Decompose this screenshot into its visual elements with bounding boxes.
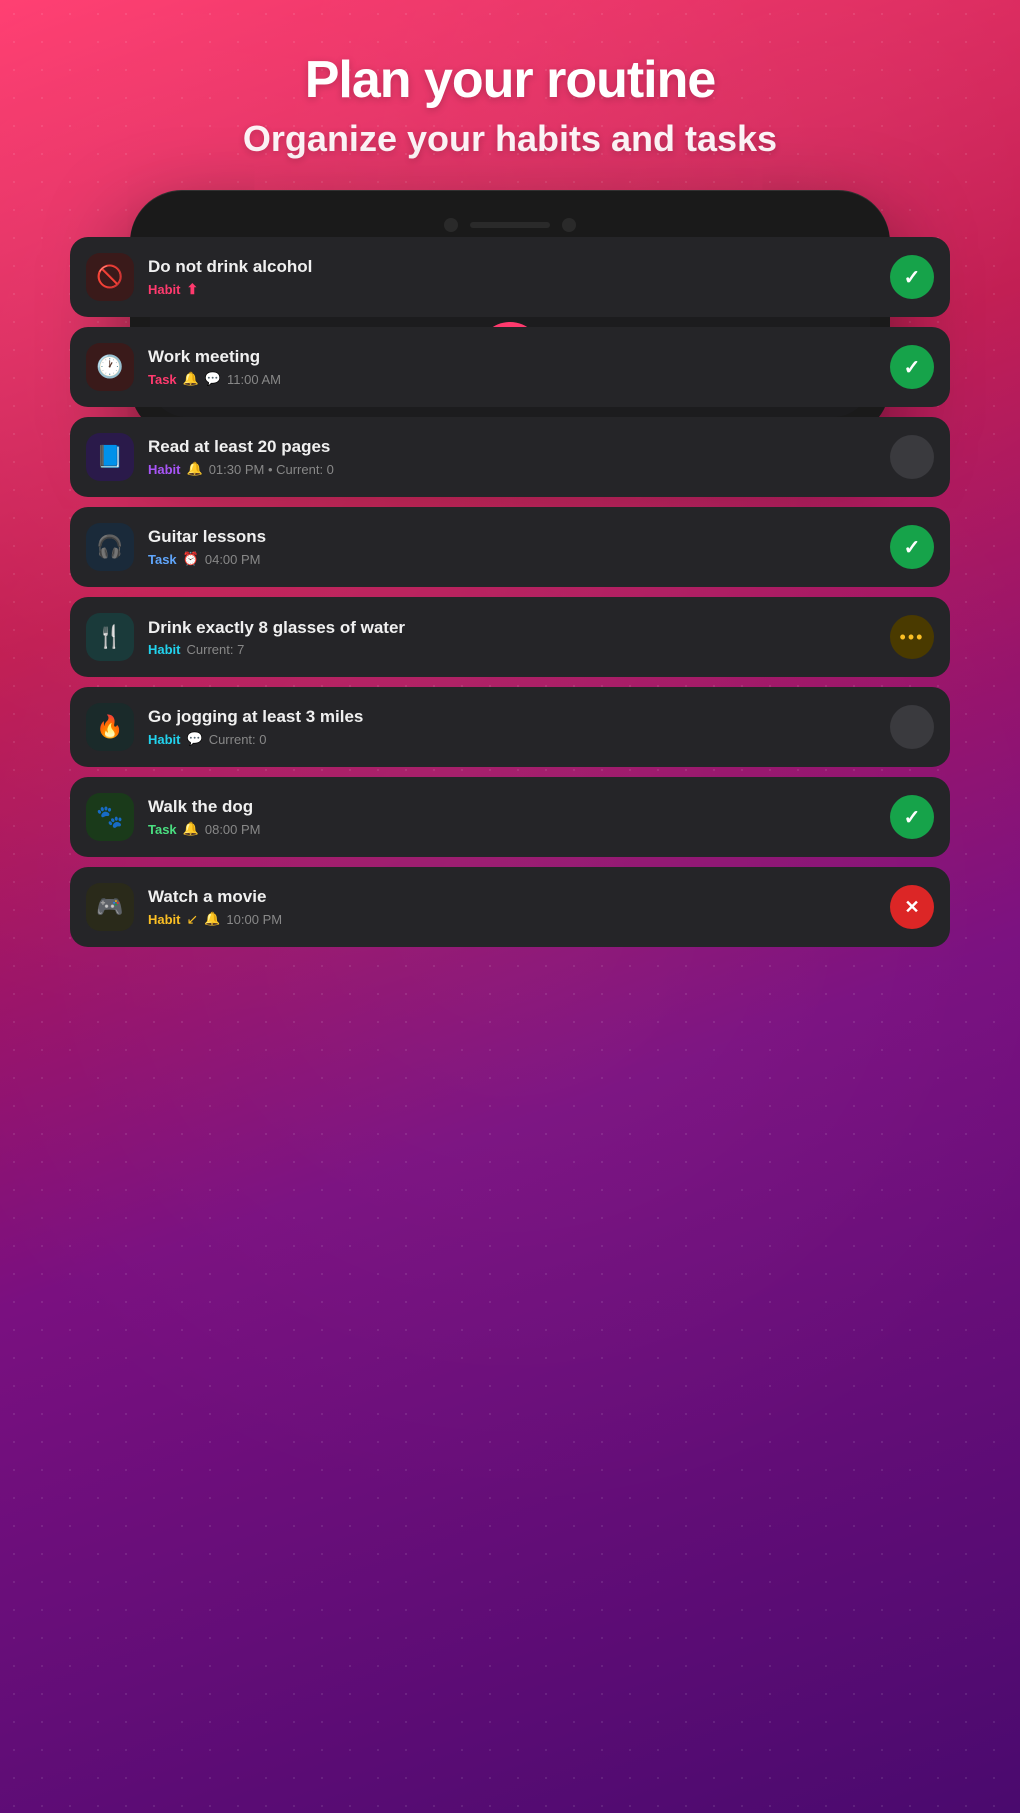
task-card-6[interactable]: 🔥 Go jogging at least 3 miles Habit 💬 Curren… <box>70 687 950 767</box>
task-icon: 🚫 <box>86 253 134 301</box>
meta-bell_outline-icon: 🔔 <box>183 821 199 837</box>
task-action-button[interactable] <box>890 255 934 299</box>
task-action-button[interactable] <box>890 795 934 839</box>
meta-chat-icon: 💬 <box>205 371 221 387</box>
meta-text: 11:00 AM <box>227 372 281 387</box>
task-action-button[interactable] <box>890 525 934 569</box>
promo-title: Plan your routine <box>243 50 777 110</box>
task-type-label: Habit <box>148 462 181 477</box>
task-action-button[interactable]: ••• <box>890 615 934 659</box>
task-title: Drink exactly 8 glasses of water <box>148 618 876 638</box>
phone-camera <box>444 218 458 232</box>
task-icon: 📘 <box>86 433 134 481</box>
meta-bell-icon: 🔔 <box>204 911 220 927</box>
dots-icon: ••• <box>900 627 925 648</box>
phone-camera-2 <box>562 218 576 232</box>
task-type-label: Habit <box>148 282 181 297</box>
task-meta: Task ⏰ 04:00 PM <box>148 551 876 567</box>
task-card-7[interactable]: 🐾 Walk the dog Task 🔔 08:00 PM <box>70 777 950 857</box>
task-title: Walk the dog <box>148 797 876 817</box>
task-content: Read at least 20 pages Habit 🔔 01:30 PM • C… <box>148 437 876 477</box>
task-action-button[interactable] <box>890 705 934 749</box>
task-title: Watch a movie <box>148 887 876 907</box>
app-promo-header: Plan your routine Organize your habits a… <box>203 0 817 190</box>
meta-bell-icon: 🔔 <box>187 461 203 477</box>
meta-arrow-down-icon: ↙ <box>187 911 199 928</box>
task-meta: Habit 💬 Current: 0 <box>148 731 876 747</box>
task-title: Read at least 20 pages <box>148 437 876 457</box>
meta-alarm-icon: ⏰ <box>183 551 199 567</box>
meta-arrow-up-icon: ⬆ <box>187 281 199 298</box>
task-type-label: Task <box>148 822 177 837</box>
task-icon: 🍴 <box>86 613 134 661</box>
task-content: Watch a movie Habit ↙ 🔔 10:00 PM <box>148 887 876 928</box>
meta-text: 08:00 PM <box>205 822 261 837</box>
task-meta: Task 🔔 08:00 PM <box>148 821 876 837</box>
task-title: Guitar lessons <box>148 527 876 547</box>
meta-text: Current: 7 <box>187 642 245 657</box>
task-card-4[interactable]: 🎧 Guitar lessons Task ⏰ 04:00 PM <box>70 507 950 587</box>
task-content: Go jogging at least 3 miles Habit 💬 Current… <box>148 707 876 747</box>
task-meta: Habit ⬆ <box>148 281 876 298</box>
task-title: Go jogging at least 3 miles <box>148 707 876 727</box>
task-type-label: Task <box>148 552 177 567</box>
meta-text: 10:00 PM <box>226 912 282 927</box>
task-icon: 🎧 <box>86 523 134 571</box>
meta-chat-icon: 💬 <box>187 731 203 747</box>
task-title: Do not drink alcohol <box>148 257 876 277</box>
promo-subtitle: Organize your habits and tasks <box>243 118 777 160</box>
task-type-label: Habit <box>148 912 181 927</box>
task-content: Do not drink alcohol Habit ⬆ <box>148 257 876 298</box>
task-meta: Habit ↙ 🔔 10:00 PM <box>148 911 876 928</box>
phone-speaker <box>470 222 550 228</box>
task-icon: 🐾 <box>86 793 134 841</box>
task-content: Walk the dog Task 🔔 08:00 PM <box>148 797 876 837</box>
meta-bell-icon: 🔔 <box>183 371 199 387</box>
task-content: Work meeting Task 🔔 💬 11:00 AM <box>148 347 876 387</box>
task-card-8[interactable]: 🎮 Watch a movie Habit ↙ 🔔 10:00 PM <box>70 867 950 947</box>
task-meta: Task 🔔 💬 11:00 AM <box>148 371 876 387</box>
task-icon: 🕐 <box>86 343 134 391</box>
meta-text: 04:00 PM <box>205 552 261 567</box>
task-action-button[interactable] <box>890 345 934 389</box>
task-card-3[interactable]: 📘 Read at least 20 pages Habit 🔔 01:30 PM • … <box>70 417 950 497</box>
task-content: Drink exactly 8 glasses of water Habit Cur… <box>148 618 876 657</box>
task-type-label: Task <box>148 372 177 387</box>
task-icon: 🔥 <box>86 703 134 751</box>
extended-tasks: 🚫 Do not drink alcohol Habit ⬆ 🕐 Work meeting… <box>70 237 950 987</box>
task-icon: 🎮 <box>86 883 134 931</box>
task-title: Work meeting <box>148 347 876 367</box>
task-card-1[interactable]: 🚫 Do not drink alcohol Habit ⬆ <box>70 237 950 317</box>
task-type-label: Habit <box>148 642 181 657</box>
task-action-button[interactable] <box>890 885 934 929</box>
phone-notch <box>150 218 870 232</box>
task-meta: Habit Current: 7 <box>148 642 876 657</box>
meta-text: 01:30 PM • Current: 0 <box>209 462 334 477</box>
task-type-label: Habit <box>148 732 181 747</box>
task-card-2[interactable]: 🕐 Work meeting Task 🔔 💬 11:00 AM <box>70 327 950 407</box>
task-card-5[interactable]: 🍴 Drink exactly 8 glasses of water Habit Cu… <box>70 597 950 677</box>
task-meta: Habit 🔔 01:30 PM • Current: 0 <box>148 461 876 477</box>
task-action-button[interactable] <box>890 435 934 479</box>
task-content: Guitar lessons Task ⏰ 04:00 PM <box>148 527 876 567</box>
meta-text: Current: 0 <box>209 732 267 747</box>
